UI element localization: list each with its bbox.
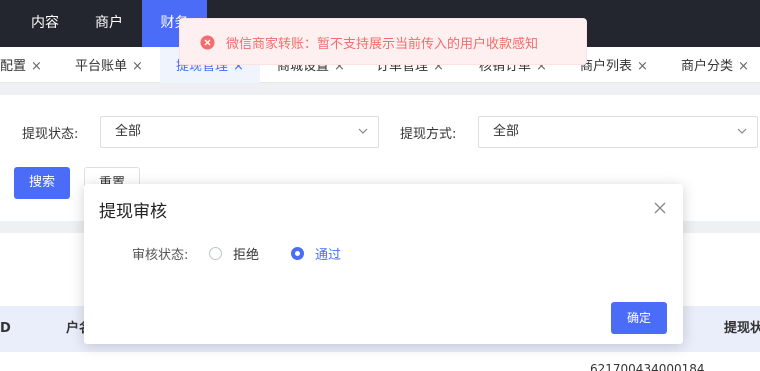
tab-merchant-list[interactable]: 商户列表 × [580,47,648,83]
tab-config[interactable]: 配置 × [0,47,42,83]
select-value: 全部 [115,124,142,139]
radio-approve[interactable]: 通过 [291,244,351,263]
close-icon[interactable]: × [738,59,749,74]
radio-reject[interactable]: 拒绝 [209,244,269,263]
withdraw-method-label: 提现方式: [400,127,457,142]
radio-label: 拒绝 [233,248,260,263]
tab-label: 平台账单 [75,59,128,74]
nav-item-merchant[interactable]: 商户 [80,0,138,47]
close-icon[interactable]: × [637,59,648,74]
radio-circle [209,247,222,260]
toast-message: 微信商家转账：暂不支持展示当前传入的用户收款感知 [226,37,539,52]
withdraw-status-select[interactable]: 全部 [100,116,379,148]
error-circle-icon [200,35,215,50]
review-status-label: 审核状态: [132,248,189,263]
tab-label: 商户分类 [681,59,734,74]
tab-label: 配置 [0,59,27,74]
nav-item-content[interactable]: 内容 [14,0,76,47]
chevron-down-icon [358,128,368,134]
tab-merchant-category[interactable]: 商户分类 × [681,47,749,83]
search-button[interactable]: 搜索 [14,167,70,199]
tab-label: 商户列表 [580,59,633,74]
close-icon[interactable]: × [132,59,143,74]
column-header-id: D [0,321,11,336]
close-icon[interactable] [654,202,666,214]
confirm-button[interactable]: 确定 [611,302,667,334]
radio-circle-checked [291,247,304,260]
column-header-withdraw-status: 提现状 [724,321,760,336]
dialog-title: 提现审核 [99,202,167,222]
error-toast: 微信商家转账：暂不支持展示当前传入的用户收款感知 [179,18,587,65]
chevron-down-icon [737,128,747,134]
withdraw-status-label: 提现状态: [22,127,79,142]
radio-label: 通过 [315,248,342,263]
close-icon[interactable]: × [31,59,42,74]
select-value: 全部 [493,124,520,139]
withdraw-method-select[interactable]: 全部 [478,116,758,148]
tab-platform-bill[interactable]: 平台账单 × [75,47,143,83]
divider [0,83,760,95]
table-cell: 621700434000184 [590,362,705,371]
withdraw-review-dialog: 提现审核 审核状态: 拒绝 通过 确定 [84,184,683,344]
